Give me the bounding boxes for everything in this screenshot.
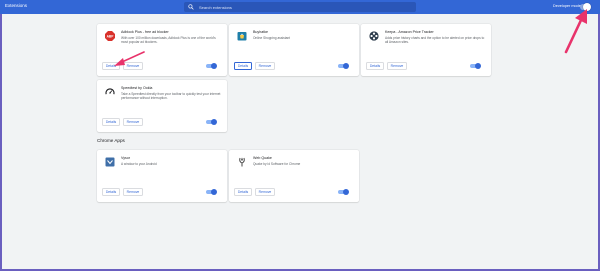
extension-description: Adds price history charts and the option… xyxy=(385,36,485,45)
remove-button[interactable]: Remove xyxy=(255,188,275,196)
remove-button[interactable]: Remove xyxy=(123,118,143,126)
extension-description: Online Shopping assistant xyxy=(253,36,291,40)
annotation-arrow-details xyxy=(114,51,145,66)
remove-button[interactable]: Remove xyxy=(123,188,143,196)
extension-card-speedtest: Speedtest by Ookla Take a Speedtest dire… xyxy=(97,80,227,132)
extension-description: With over 100 million downloads, Adblock… xyxy=(121,36,216,45)
details-button[interactable]: Details xyxy=(366,62,384,70)
app-name: Web Quake xyxy=(253,156,272,160)
search-input[interactable]: Search extensions xyxy=(184,2,416,12)
extension-description: Take a Speedtest directly from your tool… xyxy=(121,92,221,101)
app-name: Vysor xyxy=(121,156,131,160)
remove-button[interactable]: Remove xyxy=(387,62,407,70)
enable-toggle-knob[interactable] xyxy=(211,119,217,125)
details-button[interactable]: Details xyxy=(234,62,252,70)
extension-card-buyhatke: Buyhatke Online Shopping assistant Detai… xyxy=(229,24,359,76)
extension-name: Adblock Plus - free ad blocker xyxy=(121,30,169,34)
app-card-web-quake: Web Quake Quake by id Software for Chrom… xyxy=(229,150,359,202)
enable-toggle-knob[interactable] xyxy=(475,63,481,69)
buyhatke-icon xyxy=(237,32,247,41)
extension-name: Buyhatke xyxy=(253,30,268,34)
search-placeholder: Search extensions xyxy=(199,4,232,10)
extension-name: Speedtest by Ookla xyxy=(121,86,153,90)
search-icon xyxy=(188,4,194,10)
annotation-arrow-developer-mode xyxy=(564,9,587,54)
app-description: A window to your Android xyxy=(121,162,157,166)
header-bar: Extensions Search extensions Developer m… xyxy=(0,0,600,14)
keepa-icon xyxy=(369,31,379,41)
details-button[interactable]: Details xyxy=(234,188,252,196)
vysor-icon xyxy=(105,157,115,167)
remove-button[interactable]: Remove xyxy=(255,62,275,70)
enable-toggle-knob[interactable] xyxy=(343,63,349,69)
app-card-vysor: Vysor A window to your Android Details R… xyxy=(97,150,227,202)
chrome-apps-heading: Chrome Apps xyxy=(97,138,125,143)
extension-name: Keepa - Amazon Price Tracker xyxy=(385,30,434,34)
svg-text:ABP: ABP xyxy=(107,34,115,38)
page-title: Extensions xyxy=(5,3,28,8)
enable-toggle-knob[interactable] xyxy=(211,189,217,195)
details-button[interactable]: Details xyxy=(102,188,120,196)
quake-icon xyxy=(239,157,245,167)
enable-toggle-knob[interactable] xyxy=(343,189,349,195)
enable-toggle-knob[interactable] xyxy=(211,63,217,69)
adblock-plus-icon: ABP xyxy=(105,31,115,41)
details-button[interactable]: Details xyxy=(102,118,120,126)
extension-card-keepa: Keepa - Amazon Price Tracker Adds price … xyxy=(361,24,491,76)
app-description: Quake by id Software for Chrome xyxy=(253,162,301,166)
speedtest-icon xyxy=(105,88,115,95)
